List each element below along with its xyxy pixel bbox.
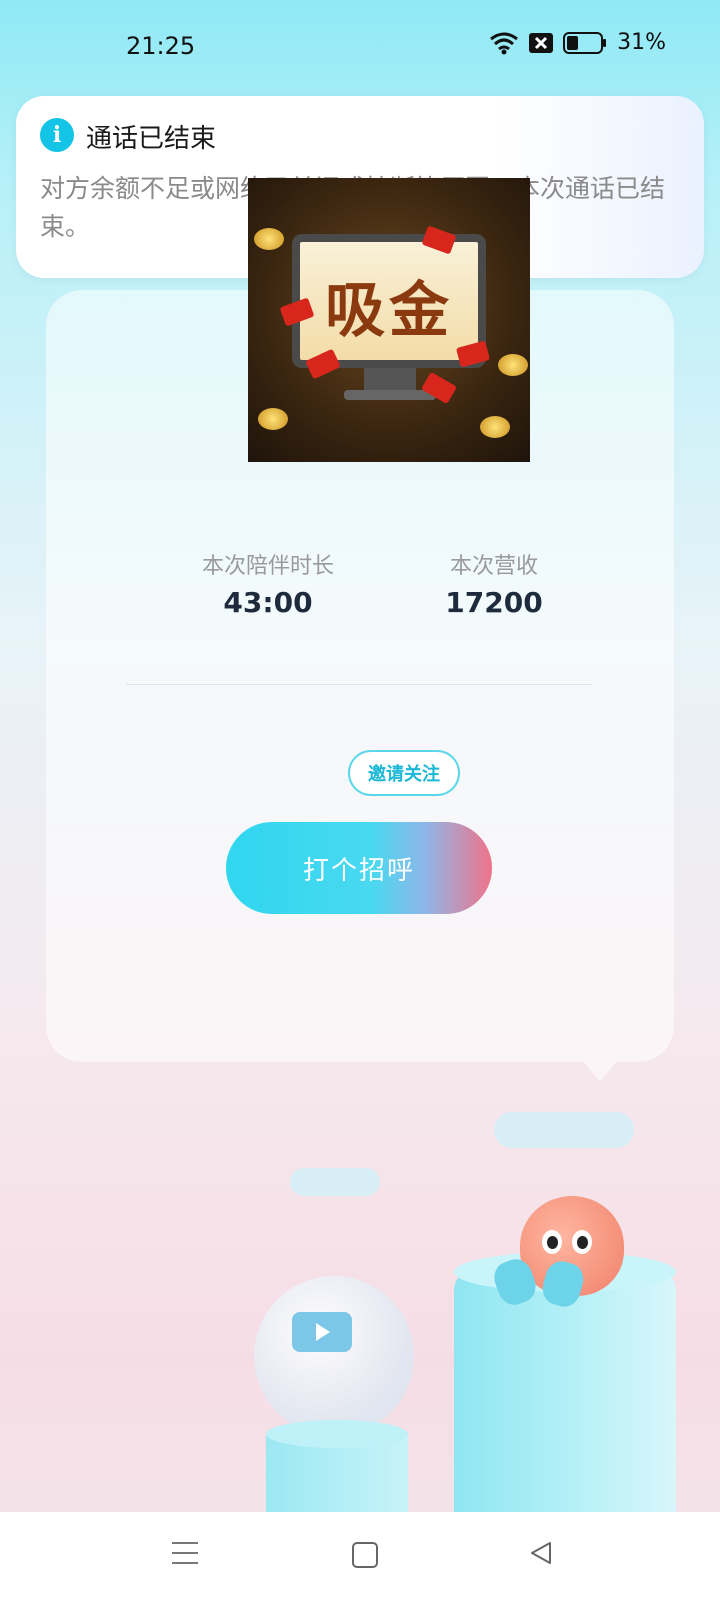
invite-follow-button[interactable]: 邀请关注 (348, 750, 460, 796)
divider (126, 684, 592, 685)
cloud-decoration (494, 1112, 634, 1148)
promo-text: 吸金 (325, 276, 453, 346)
companion-duration-label: 本次陪伴时长 (201, 554, 334, 579)
status-bar: 21:25 31% (0, 0, 720, 92)
battery-percent: 31% (617, 30, 666, 55)
battery-icon (563, 31, 607, 54)
gold-ingot-icon (480, 416, 510, 438)
sim-off-icon (529, 32, 554, 53)
gold-coin-icon (254, 228, 284, 250)
revenue-value: 17200 (445, 586, 543, 619)
status-icons: 31% (489, 30, 666, 55)
menu-icon[interactable] (172, 1542, 198, 1572)
system-nav-bar (0, 1512, 720, 1600)
back-icon[interactable] (528, 1540, 554, 1566)
revenue-label: 本次营收 (449, 554, 538, 579)
info-icon: i (40, 118, 74, 152)
snow-globe (254, 1276, 414, 1436)
gold-ingot-icon (258, 408, 288, 430)
notification-title: 通话已结束 (86, 124, 217, 154)
video-play-icon (292, 1312, 352, 1352)
companion-duration-value: 43:00 (223, 586, 313, 619)
gold-coin-icon (498, 354, 528, 376)
monitor-base (344, 390, 436, 400)
card-tail (584, 1062, 616, 1082)
pedestal-right (454, 1270, 676, 1530)
promo-banner[interactable]: 吸金 (248, 178, 530, 462)
pedestal-left-top (266, 1420, 408, 1448)
mascot-eye (572, 1230, 592, 1254)
wifi-icon (490, 32, 519, 54)
home-icon[interactable] (352, 1542, 378, 1568)
cloud-decoration (290, 1168, 380, 1196)
decorative-scene (0, 1090, 720, 1534)
say-hello-button[interactable]: 打个招呼 (226, 822, 492, 914)
mascot-eye (542, 1230, 562, 1254)
clock: 21:25 (126, 32, 196, 60)
